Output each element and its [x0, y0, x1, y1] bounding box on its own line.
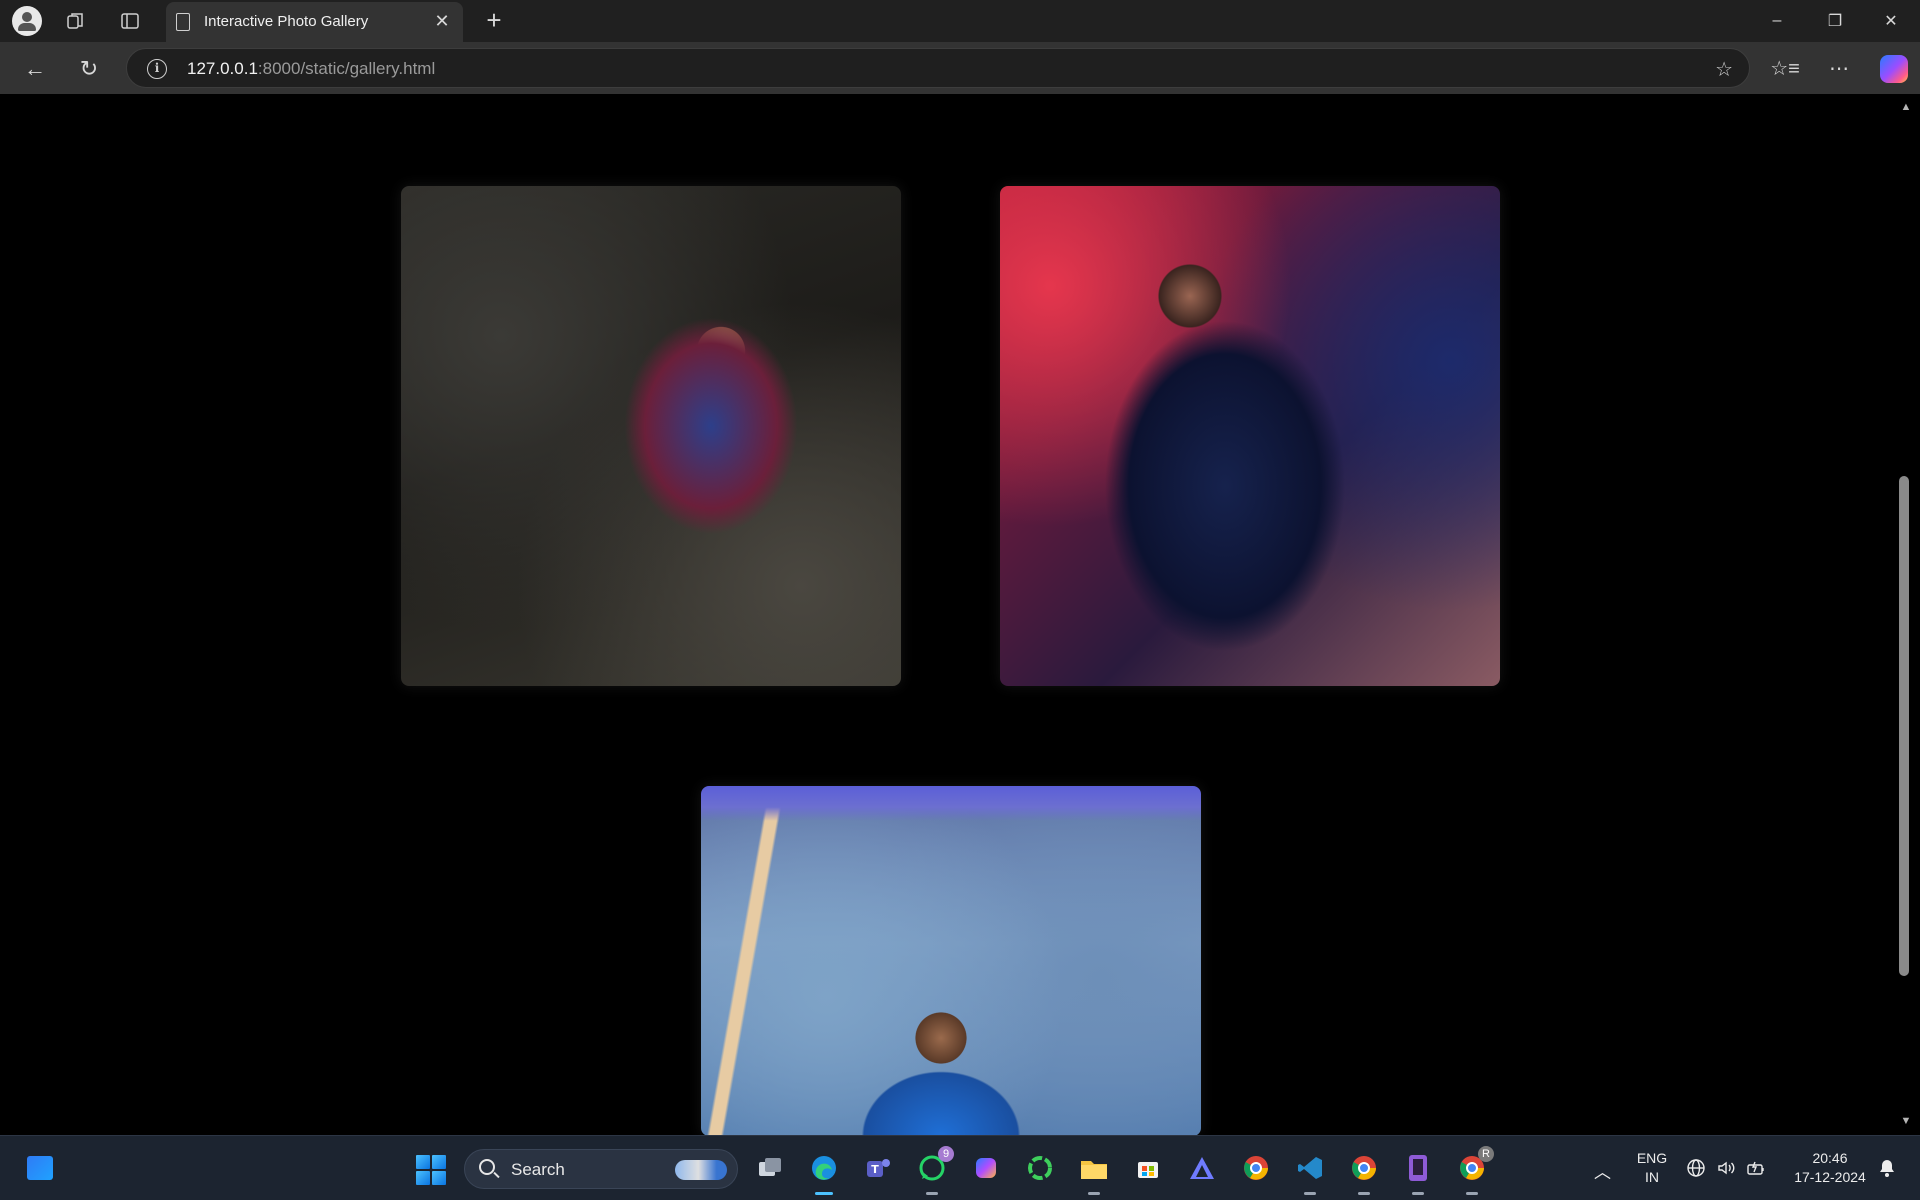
site-info-icon[interactable]: i	[147, 59, 167, 79]
clock[interactable]: 20:46 17-12-2024	[1780, 1149, 1880, 1187]
reload-button[interactable]: ↻	[72, 52, 106, 86]
start-icon[interactable]	[416, 1155, 446, 1185]
gallery-photo-man-in-car[interactable]	[1000, 186, 1500, 686]
vertical-tabs-icon[interactable]	[114, 5, 146, 37]
scroll-down-arrow-icon[interactable]: ▼	[1899, 1114, 1913, 1128]
clock-date: 17-12-2024	[1794, 1169, 1866, 1185]
language-indicator[interactable]: ENG IN	[1634, 1149, 1670, 1187]
whatsapp-icon[interactable]: 9	[914, 1146, 954, 1195]
running-app-indicator	[1412, 1192, 1424, 1195]
gallery-photo-cricketer[interactable]	[701, 786, 1201, 1135]
page-icon	[176, 13, 190, 31]
copilot-icon[interactable]	[1880, 55, 1908, 83]
running-app-indicator	[1304, 1192, 1316, 1195]
whatsapp-badge: 9	[938, 1146, 954, 1162]
running-app-indicator	[1358, 1192, 1370, 1195]
url-host: 127.0.0.1	[187, 59, 258, 78]
active-app-indicator	[815, 1192, 833, 1195]
new-tab-button[interactable]: +	[478, 4, 510, 36]
widgets-icon[interactable]	[22, 1150, 58, 1186]
chrome-profile-badge: R	[1478, 1146, 1494, 1162]
restore-button[interactable]: ❐	[1806, 0, 1864, 42]
chrome-icon[interactable]: R	[1454, 1146, 1494, 1195]
store-icon[interactable]	[1130, 1150, 1166, 1186]
circular-app-icon[interactable]	[1022, 1150, 1058, 1186]
workspaces-icon[interactable]	[60, 5, 92, 37]
tab-close-button[interactable]: ✕	[431, 10, 453, 32]
address-bar[interactable]: i 127.0.0.1:8000/static/gallery.html ☆	[126, 48, 1750, 88]
show-hidden-icons-chevron-icon[interactable]: ︿	[1594, 1158, 1611, 1183]
file-explorer-icon[interactable]	[1076, 1150, 1112, 1195]
url-text[interactable]: 127.0.0.1:8000/static/gallery.html	[187, 59, 435, 79]
url-path: :8000/static/gallery.html	[257, 59, 436, 78]
network-globe-icon[interactable]	[1686, 1158, 1706, 1183]
search-icon	[479, 1159, 495, 1175]
volume-icon[interactable]	[1716, 1158, 1736, 1183]
svg-text:T: T	[871, 1163, 879, 1176]
battery-charging-icon[interactable]	[1746, 1158, 1766, 1183]
edge-icon[interactable]	[806, 1150, 842, 1195]
task-view-icon[interactable]	[752, 1150, 788, 1186]
close-window-button[interactable]: ✕	[1862, 0, 1920, 42]
browser-title-bar: Interactive Photo Gallery ✕ + – ❐ ✕	[0, 0, 1920, 42]
tab-title: Interactive Photo Gallery	[204, 13, 369, 30]
favorites-icon[interactable]: ☆≡	[1768, 52, 1802, 86]
profile-avatar-icon[interactable]	[12, 6, 42, 36]
running-app-indicator	[926, 1192, 938, 1195]
chrome-icon[interactable]	[1346, 1150, 1382, 1195]
clock-time: 20:46	[1812, 1150, 1848, 1166]
running-app-indicator	[1088, 1192, 1100, 1195]
phone-app-icon[interactable]	[1400, 1150, 1436, 1195]
windows-taskbar: Search T 9 R ︿ ENG IN 20:46 17-12-2024	[0, 1135, 1920, 1200]
app-icon[interactable]	[1184, 1150, 1220, 1186]
back-button[interactable]: ←	[18, 52, 52, 86]
vscode-icon[interactable]	[1292, 1150, 1328, 1195]
navigation-bar: ← ↻ i 127.0.0.1:8000/static/gallery.html…	[0, 42, 1920, 94]
chrome-icon[interactable]	[1238, 1150, 1274, 1186]
scrollbar-thumb[interactable]	[1899, 476, 1909, 976]
tab-active[interactable]: Interactive Photo Gallery ✕	[166, 2, 463, 42]
language-bottom: IN	[1645, 1169, 1659, 1185]
search-label: Search	[511, 1160, 565, 1179]
minimize-button[interactable]: –	[1748, 0, 1806, 42]
scroll-up-arrow-icon[interactable]: ▲	[1899, 100, 1913, 114]
notification-bell-icon[interactable]	[1878, 1158, 1896, 1183]
teams-icon[interactable]: T	[860, 1150, 896, 1186]
more-menu-icon[interactable]: ⋯	[1822, 52, 1856, 86]
search-highlight-icon	[675, 1160, 727, 1180]
taskbar-search[interactable]: Search	[464, 1149, 738, 1189]
copilot-app-icon[interactable]	[968, 1150, 1004, 1186]
language-top: ENG	[1636, 1150, 1668, 1166]
favorite-star-icon[interactable]: ☆	[1715, 57, 1733, 82]
running-app-indicator	[1466, 1192, 1478, 1195]
gallery-photo-footballer[interactable]	[401, 186, 901, 686]
page-viewport	[6, 94, 1896, 1135]
